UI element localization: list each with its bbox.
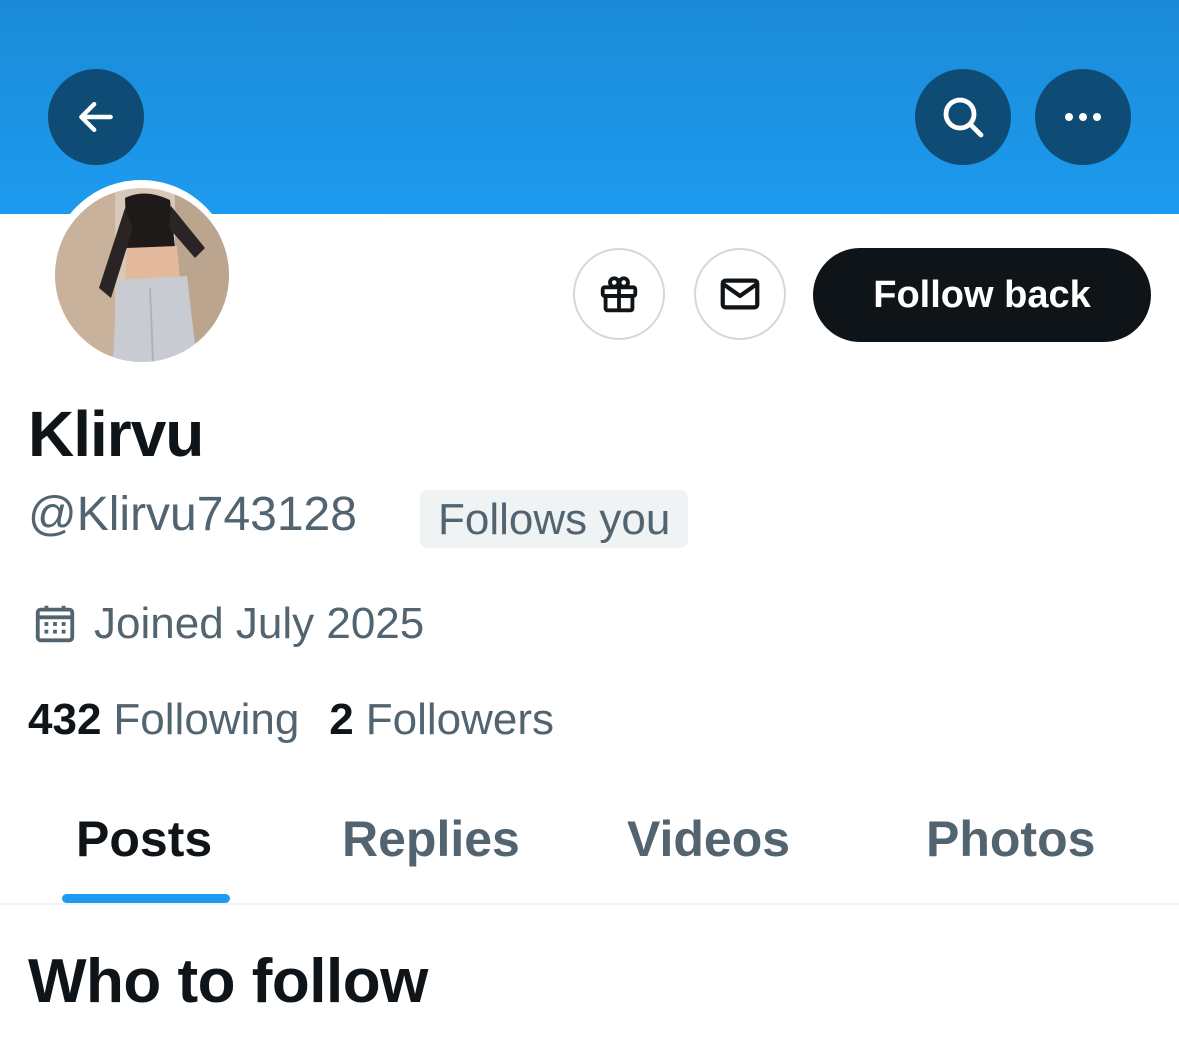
joined-date-row: Joined July 2025 — [32, 596, 424, 652]
joined-date: Joined July 2025 — [94, 599, 425, 648]
more-horizontal-icon — [1065, 113, 1101, 121]
username-handle: @Klirvu743128 — [28, 488, 357, 541]
following-count: 432 — [28, 695, 102, 744]
follow-stats: 432 Following 2 Followers — [28, 692, 554, 748]
avatar[interactable] — [55, 188, 229, 362]
followers-label: Followers — [365, 695, 555, 744]
more-options-button[interactable] — [1035, 69, 1131, 165]
search-icon — [943, 97, 984, 138]
calendar-icon — [35, 605, 75, 643]
tab-photos[interactable]: Photos — [926, 808, 1095, 870]
followers-link[interactable]: 2 Followers — [329, 692, 554, 748]
who-to-follow-heading: Who to follow — [28, 947, 428, 1016]
search-button[interactable] — [915, 69, 1011, 165]
active-tab-indicator — [62, 894, 230, 903]
followers-count: 2 — [329, 695, 354, 744]
arrow-left-icon — [79, 101, 113, 133]
back-button[interactable] — [48, 69, 144, 165]
follow-back-button[interactable]: Follow back — [813, 248, 1151, 342]
follows-you-badge: Follows you — [420, 490, 689, 548]
following-link[interactable]: 432 Following — [28, 692, 299, 748]
tab-videos[interactable]: Videos — [627, 808, 790, 870]
tab-divider — [0, 903, 1179, 905]
tab-replies[interactable]: Replies — [342, 808, 520, 870]
display-name: Klirvu — [28, 398, 204, 470]
tab-posts[interactable]: Posts — [76, 808, 212, 870]
message-button[interactable] — [694, 248, 786, 340]
gift-icon — [600, 276, 638, 313]
gift-button[interactable] — [573, 248, 665, 340]
following-label: Following — [113, 695, 300, 744]
envelope-icon — [720, 278, 760, 310]
